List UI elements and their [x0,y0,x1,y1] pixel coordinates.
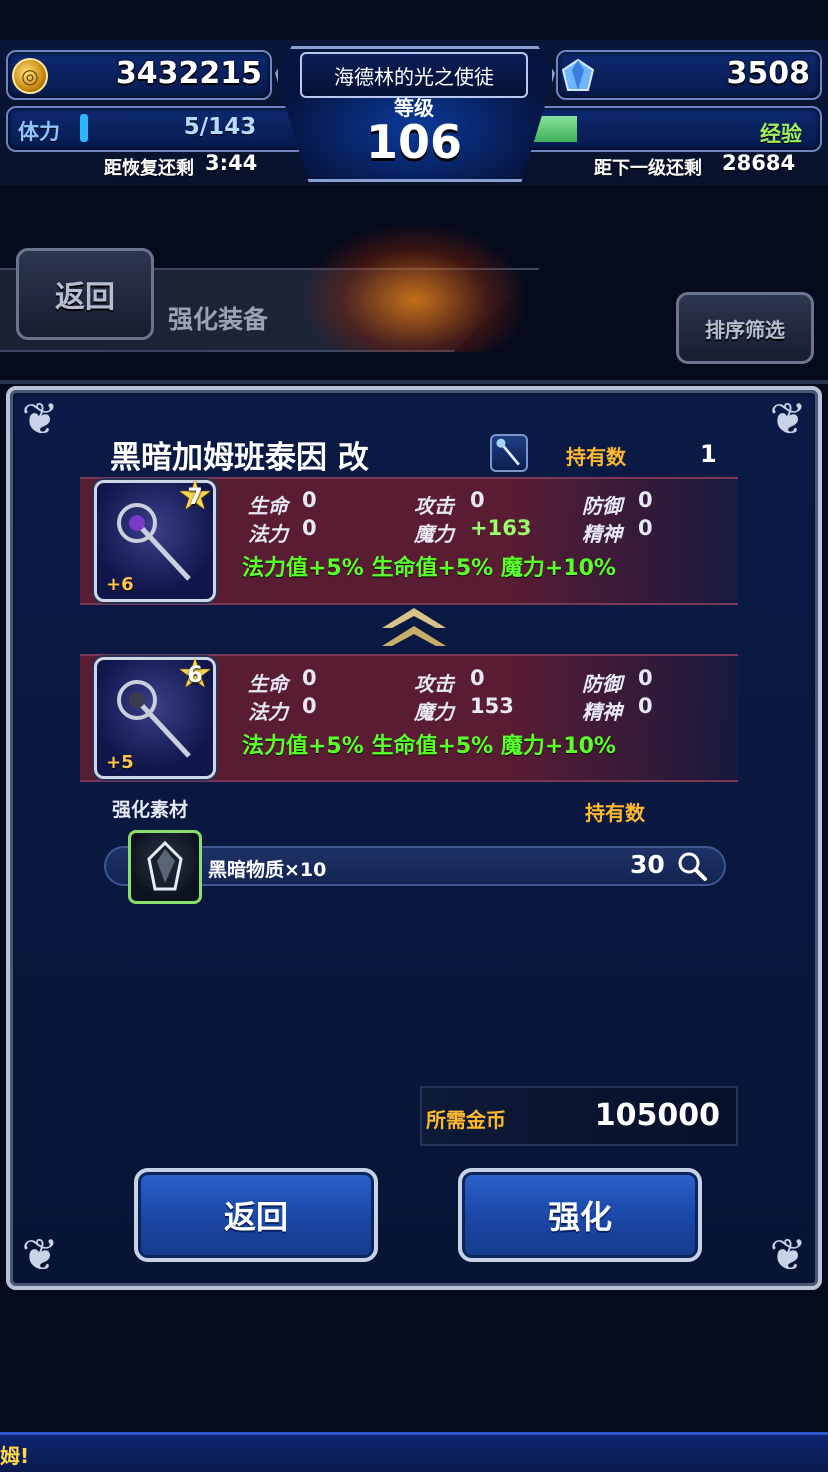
material-count: 30 [630,850,665,879]
materials-owned-label: 持有数 [585,801,645,825]
news-ticker [0,1432,828,1472]
stat-def: 0 [638,666,653,690]
staff-type-icon [490,434,528,472]
corner-ornament-icon: ❦ [769,1230,807,1281]
header-divider [0,380,828,384]
materials-label: 强化素材 [112,799,189,821]
stat-label-spr: 精神 [582,522,622,546]
stat-label-mag: 魔力 [414,522,454,546]
item-name: 黑暗加姆班泰因 改 [110,440,369,476]
cost-value: 105000 [594,1098,720,1133]
corner-ornament-icon: ❦ [21,394,59,445]
stat-mag: +163 [470,516,532,540]
stat-label-atk: 攻击 [414,494,454,518]
stat-label-mp: 法力 [248,700,288,724]
result-rarity: 7 [187,485,203,510]
stat-hp: 0 [302,666,317,690]
next-level-remaining: 28684 [722,151,796,175]
stat-label-atk: 攻击 [414,672,454,696]
upgrade-arrow-icon [382,608,446,646]
stat-mag: 153 [470,694,514,718]
header-flame-decoration [300,222,530,352]
stamina-recover-time: 3:44 [205,151,258,175]
stat-hp: 0 [302,488,317,512]
current-bonus: 法力值+5% 生命值+5% 魔力+10% [242,734,616,759]
header-back-button[interactable]: 返回 [16,248,154,340]
stat-atk: 0 [470,666,485,690]
page-title: 强化装备 [168,305,269,334]
exp-label: 经验 [760,122,802,146]
stat-spr: 0 [638,694,653,718]
stat-label-hp: 生命 [248,494,288,518]
back-button[interactable]: 返回 [134,1168,378,1262]
result-bonus: 法力值+5% 生命值+5% 魔力+10% [242,556,616,581]
stat-label-mag: 魔力 [414,700,454,724]
gem-amount: 3508 [726,56,811,91]
stamina-recover-label: 距恢复还剩 [104,158,194,179]
cost-label: 所需金币 [426,1108,506,1132]
result-plus-level: +6 [106,574,134,595]
stat-label-def: 防御 [582,494,622,518]
ticker-text: 姆! [0,1444,30,1468]
corner-ornament-icon: ❦ [21,1230,59,1281]
stat-label-mp: 法力 [248,522,288,546]
enhance-button[interactable]: 强化 [458,1168,702,1262]
corner-ornament-icon: ❦ [769,394,807,445]
gold-amount: 3432215 [115,56,262,91]
stamina-bar [80,114,88,142]
material-thumbnail[interactable] [128,830,202,904]
material-name: 黑暗物质×10 [208,859,327,881]
stat-spr: 0 [638,516,653,540]
next-level-label: 距下一级还剩 [594,158,702,179]
stat-label-hp: 生命 [248,672,288,696]
dark-matter-icon [147,840,183,891]
stamina-value: 5/143 [183,114,257,140]
stat-label-spr: 精神 [582,700,622,724]
stat-mp: 0 [302,516,317,540]
sort-filter-button[interactable]: 排序筛选 [676,292,814,364]
stamina-label: 体力 [18,120,60,144]
search-icon[interactable] [676,850,708,882]
stat-label-def: 防御 [582,672,622,696]
gold-coin-icon: ◎ [12,58,48,94]
stat-mp: 0 [302,694,317,718]
level-value: 106 [365,115,463,169]
owned-label: 持有数 [566,445,626,469]
current-rarity: 6 [187,663,203,688]
gem-icon [561,58,595,91]
stat-def: 0 [638,488,653,512]
owned-value: 1 [700,440,717,468]
current-plus-level: +5 [106,752,134,773]
stat-atk: 0 [470,488,485,512]
